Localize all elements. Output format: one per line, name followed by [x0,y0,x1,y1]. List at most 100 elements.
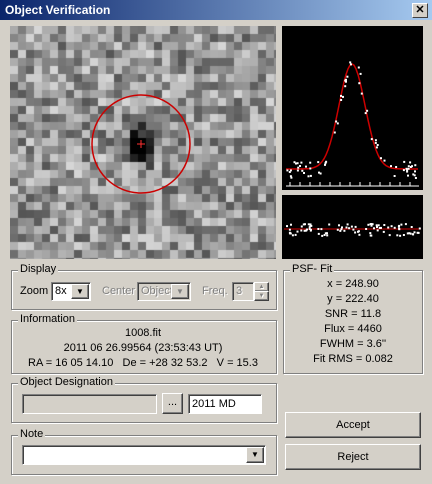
chevron-down-icon[interactable]: ▼ [246,447,264,463]
psf-profile-plot [282,26,423,190]
residual-point [343,229,346,232]
psf-data-point [342,95,344,98]
residual-point [324,232,327,235]
psf-data-point [374,141,377,144]
psf-data-point [357,66,360,69]
fit-flux: Flux = 4460 [324,323,382,335]
psf-data-point [305,165,307,168]
residual-plot [282,195,423,259]
residual-point [402,234,405,236]
star-image-view[interactable] [10,26,276,259]
psf-data-point [349,61,352,64]
residual-point [393,226,396,229]
display-group: Display Zoom 8x ▼ Center Object ▼ Freq. … [11,263,277,310]
freq-label: Freq. [202,285,228,297]
residual-point [286,225,288,228]
zoom-value: 8x [55,285,67,297]
psf-data-point [414,164,417,167]
residual-point [309,224,312,227]
residual-point [300,229,303,232]
psf-data-point [358,82,361,85]
reject-button[interactable]: Reject [285,444,421,470]
designation-group: Object Designation ... 2011 MD [11,376,277,423]
designation-lookup-field[interactable] [22,394,157,414]
residual-point [370,224,373,227]
psf-data-point [301,169,304,172]
psf-data-point [336,122,339,125]
residual-point [338,224,340,227]
designation-value: 2011 MD [192,398,236,410]
psf-data-point [345,78,347,81]
designation-input[interactable]: 2011 MD [188,394,262,414]
chevron-down-icon[interactable]: ▼ [171,284,189,299]
residual-point [367,223,370,226]
psf-data-point [296,162,299,165]
residual-point [306,228,308,231]
residual-point [288,228,291,231]
center-select[interactable]: Object ▼ [137,282,191,301]
fit-x: x = 248.90 [327,278,379,290]
psf-data-point [390,165,392,168]
residual-svg [284,223,421,237]
psf-profile-svg [286,61,419,187]
residual-point [399,234,402,237]
psf-fit-curve [286,63,418,170]
psf-data-point [340,94,342,97]
target-crosshair-icon [91,94,191,194]
residual-point [317,232,320,235]
residual-point [404,223,407,226]
residual-point [350,225,353,228]
residual-point [397,225,400,228]
psf-data-point [325,160,328,163]
residual-point [387,226,390,229]
psf-data-point [309,167,312,170]
zoom-select[interactable]: 8x ▼ [51,282,91,301]
freq-down-button[interactable]: ▼ [254,291,269,301]
fit-y: y = 222.40 [327,293,379,305]
freq-input[interactable]: 3 [232,282,254,301]
psf-data-point [293,161,296,164]
psf-fit-group: PSF- Fit x = 248.90 y = 222.40 SNR = 11.… [283,263,423,374]
psf-data-point [297,166,300,169]
residual-point [378,227,381,229]
psf-data-point [340,99,343,101]
psf-data-point [317,161,320,164]
psf-data-point [414,170,416,173]
residual-point [400,223,403,226]
psf-data-point [299,165,301,167]
psf-data-point [335,120,338,123]
psf-data-point [411,165,413,168]
residual-point [375,224,378,227]
residual-point [323,234,326,236]
psf-data-point [346,75,349,78]
psf-data-point [360,92,363,95]
psf-data-point [402,169,405,172]
browse-button[interactable]: ... [162,393,183,414]
residual-point [346,223,349,226]
note-group: Note ▼ [11,428,277,475]
residual-point [410,226,413,228]
chevron-down-icon[interactable]: ▼ [71,284,89,299]
residual-point [369,232,372,235]
psf-data-point [290,176,293,179]
display-legend: Display [18,263,59,275]
psf-data-point [380,157,382,160]
psf-data-point [376,144,379,146]
residual-point [302,223,305,226]
zoom-label: Zoom [20,285,49,297]
residual-point [396,234,399,237]
psf-data-point [286,169,289,172]
title-bar: Object Verification ✕ [0,0,432,20]
close-button[interactable]: ✕ [412,3,428,18]
psf-data-point [288,171,291,173]
psf-data-point [366,109,369,112]
reject-label: Reject [337,451,369,463]
psf-data-point [403,160,406,163]
residual-point [294,233,297,236]
residual-point [345,226,348,229]
residual-point [390,225,393,228]
psf-data-point [407,165,410,168]
residual-point [341,226,343,229]
note-select[interactable]: ▼ [22,445,266,465]
accept-button[interactable]: Accept [285,412,421,438]
